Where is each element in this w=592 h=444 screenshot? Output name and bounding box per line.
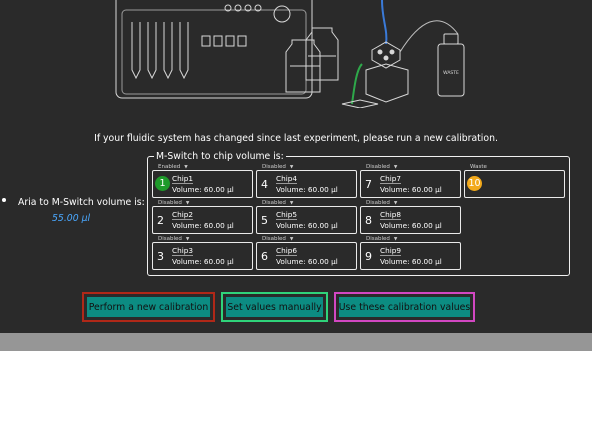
chip-volume-text: Volume: 60.00 µl (276, 185, 338, 194)
chip-number: 4 (261, 178, 268, 191)
chip-status-value: Disabled (366, 200, 390, 206)
chip-name-field[interactable]: Chip8 (380, 210, 402, 220)
set-values-manually-button[interactable]: Set values manually (226, 297, 323, 317)
chevron-down-icon: ▼ (393, 201, 398, 206)
chip-status-dropdown[interactable]: Disabled ▼ (157, 200, 191, 206)
chip-status-value: Disabled (262, 236, 286, 242)
bullet-icon (2, 198, 6, 202)
fluidic-system-illustration: WASTE (115, 0, 465, 108)
chip-volume-group-title: M-Switch to chip volume is: (154, 151, 286, 162)
chip-slot-2[interactable]: Disabled ▼ 2 Chip2 Volume: 60.00 µl (152, 200, 253, 234)
chip-status-dropdown[interactable]: Disabled ▼ (261, 236, 295, 242)
calibration-message: If your fluidic system has changed since… (94, 133, 498, 144)
calibration-panel: WASTE If your fluidic system has changed… (0, 0, 592, 333)
chip-status-value: Enabled (158, 164, 181, 170)
chip-status-dropdown[interactable]: Disabled ▼ (157, 236, 191, 242)
chip-number: 7 (365, 178, 372, 191)
chip-status-value: Disabled (366, 164, 390, 170)
chip-status-dropdown[interactable]: Disabled ▼ (365, 200, 399, 206)
chip-number: 2 (157, 214, 164, 227)
chip-name-field[interactable]: Chip9 (380, 246, 402, 256)
chevron-down-icon: ▼ (289, 237, 294, 242)
chip-name-field[interactable]: Chip6 (276, 246, 298, 256)
chip-status-value: Disabled (158, 200, 182, 206)
chip-status-value: Disabled (366, 236, 390, 242)
chip-slot-waste[interactable]: Waste 10 (464, 164, 565, 198)
chip-status-dropdown[interactable]: Disabled ▼ (365, 236, 399, 242)
chip-volume-text: Volume: 60.00 µl (380, 257, 442, 266)
chip-slot-1[interactable]: Enabled ▼ 1 Chip1 Volume: 60.00 µl (152, 164, 253, 198)
chip-status-dropdown[interactable]: Enabled ▼ (157, 164, 189, 170)
chip-number: 9 (365, 250, 372, 263)
aria-volume-value: 55.00 µl (52, 213, 91, 224)
chip-name-field[interactable]: Chip1 (172, 174, 194, 184)
use-calibration-values-button[interactable]: Use these calibration values (339, 297, 470, 317)
chevron-down-icon: ▼ (289, 201, 294, 206)
chip-volume-text: Volume: 60.00 µl (276, 257, 338, 266)
chip-name-field[interactable]: Chip2 (172, 210, 194, 220)
chip-slot-9[interactable]: Disabled ▼ 9 Chip9 Volume: 60.00 µl (360, 236, 461, 270)
perform-new-calibration-button[interactable]: Perform a new calibration (87, 297, 210, 317)
waste-number-badge: 10 (467, 176, 482, 191)
chip-status-label: Waste (469, 164, 488, 170)
chip-status-dropdown[interactable]: Disabled ▼ (261, 200, 295, 206)
waste-bottle-label: WASTE (443, 70, 459, 76)
chip-status-value: Disabled (158, 236, 182, 242)
chip-status-dropdown[interactable]: Disabled ▼ (261, 164, 295, 170)
chip-name-field[interactable]: Chip5 (276, 210, 298, 220)
chip-slot-4[interactable]: Disabled ▼ 4 Chip4 Volume: 60.00 µl (256, 164, 357, 198)
chip-volume-text: Volume: 60.00 µl (172, 257, 234, 266)
new-calibration-frame: Perform a new calibration (82, 292, 215, 322)
chip-number: 8 (365, 214, 372, 227)
use-values-frame: Use these calibration values (334, 292, 475, 322)
chevron-down-icon: ▼ (185, 201, 190, 206)
chip-volume-text: Volume: 60.00 µl (172, 221, 234, 230)
chip-number-badge: 1 (155, 176, 170, 191)
chip-volume-text: Volume: 60.00 µl (276, 221, 338, 230)
chip-name-field[interactable]: Chip4 (276, 174, 298, 184)
chip-slot-6[interactable]: Disabled ▼ 6 Chip6 Volume: 60.00 µl (256, 236, 357, 270)
chip-status-dropdown[interactable]: Disabled ▼ (365, 164, 399, 170)
chip-slot-5[interactable]: Disabled ▼ 5 Chip5 Volume: 60.00 µl (256, 200, 357, 234)
chip-volume-text: Volume: 60.00 µl (380, 221, 442, 230)
chip-number: 3 (157, 250, 164, 263)
chip-number: 6 (261, 250, 268, 263)
footer-bar (0, 333, 592, 351)
chip-volume-text: Volume: 60.00 µl (380, 185, 442, 194)
chip-volume-text: Volume: 60.00 µl (172, 185, 234, 194)
chip-status-value: Disabled (262, 164, 286, 170)
chevron-down-icon: ▼ (393, 165, 398, 170)
chevron-down-icon: ▼ (184, 165, 188, 170)
chevron-down-icon: ▼ (185, 237, 190, 242)
chip-name-field[interactable]: Chip3 (172, 246, 194, 256)
aria-volume-label: Aria to M-Switch volume is: (18, 197, 145, 208)
set-manually-frame: Set values manually (221, 292, 328, 322)
chip-status-value: Disabled (262, 200, 286, 206)
chevron-down-icon: ▼ (289, 165, 294, 170)
chip-slot-3[interactable]: Disabled ▼ 3 Chip3 Volume: 60.00 µl (152, 236, 253, 270)
chevron-down-icon: ▼ (393, 237, 398, 242)
chip-name-field[interactable]: Chip7 (380, 174, 402, 184)
chip-slot-8[interactable]: Disabled ▼ 8 Chip8 Volume: 60.00 µl (360, 200, 461, 234)
chip-slot-7[interactable]: Disabled ▼ 7 Chip7 Volume: 60.00 µl (360, 164, 461, 198)
chip-number: 5 (261, 214, 268, 227)
